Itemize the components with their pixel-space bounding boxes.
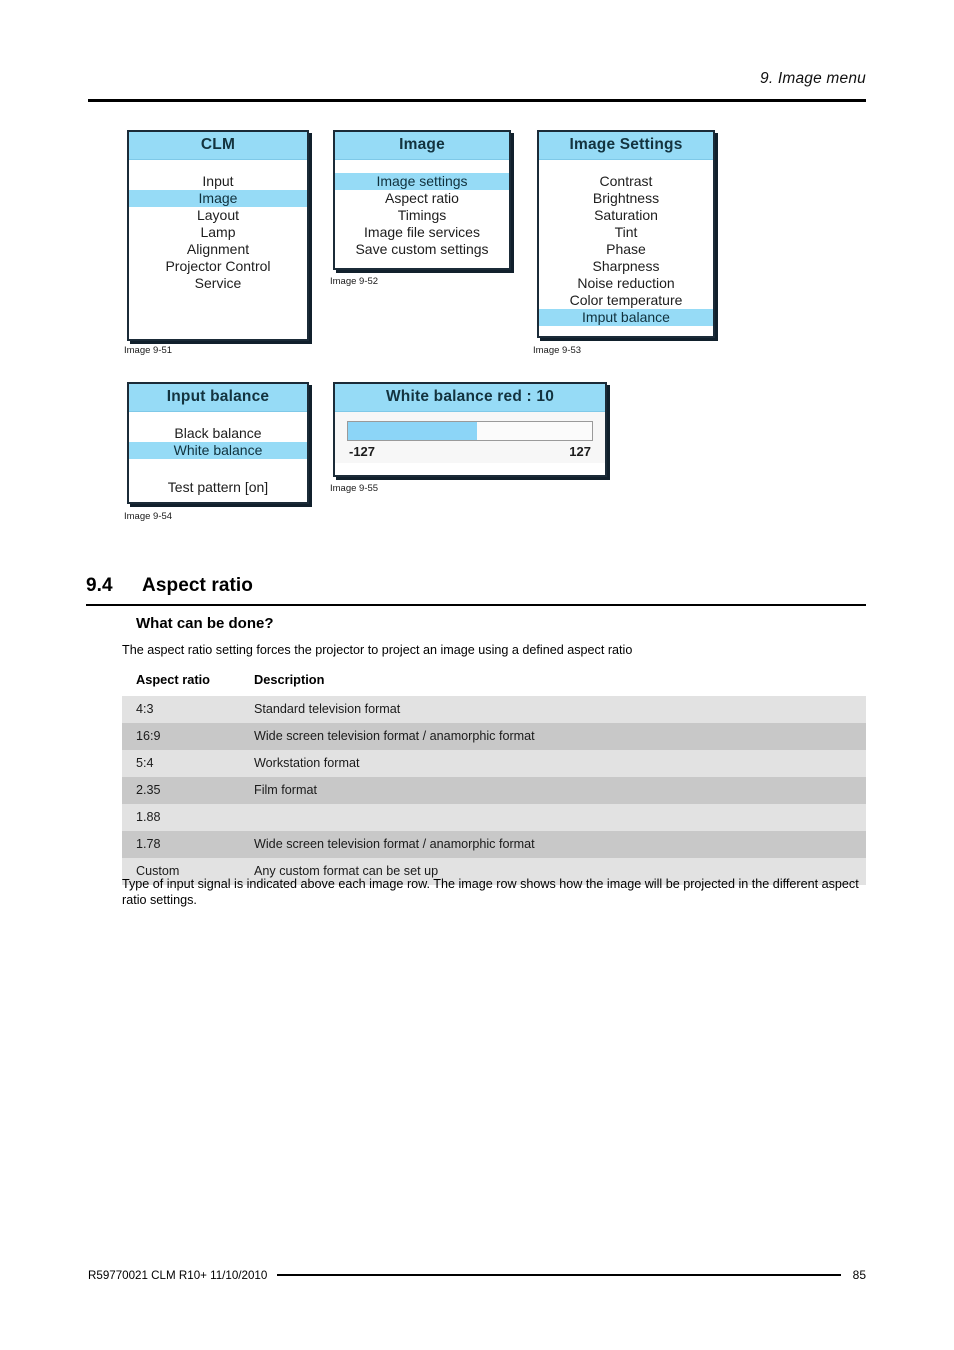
cell-description: Standard television format [240,696,866,723]
cell-aspect-ratio: 1.88 [122,804,240,831]
menu-item-white-balance[interactable]: White balance [129,442,307,459]
slider-area: -127 127 [335,412,605,463]
figure-caption-9-54: Image 9-54 [124,511,173,522]
cell-description: Wide screen television format / anamorph… [240,723,866,750]
menu-item-projector-control[interactable]: Projector Control [129,258,307,275]
slider-range-labels: -127 127 [347,441,593,459]
figure-caption-9-55: Image 9-55 [330,483,379,494]
column-header-description: Description [240,672,866,696]
table-header: Aspect ratio Description [122,672,866,696]
figure-clm-menu: CLM Input Image Layout Lamp Alignment Pr… [127,130,309,341]
page-footer: R59770021 CLM R10+ 11/10/2010 85 [88,1268,866,1282]
cell-description [240,804,866,831]
slider-min-label: -127 [349,444,376,459]
menu-item-black-balance[interactable]: Black balance [129,425,307,442]
menu-item-timings[interactable]: Timings [335,207,509,224]
osd-title-image: Image [335,132,509,160]
osd-body-image-settings: Contrast Brightness Saturation Tint Phas… [539,160,713,326]
section-title: Aspect ratio [142,575,254,596]
section-number: 9.4 [86,575,113,596]
osd-image-menu: Image Image settings Aspect ratio Timing… [333,130,511,270]
menu-item-brightness[interactable]: Brightness [539,190,713,207]
after-table-paragraph: Type of input signal is indicated above … [122,877,859,907]
table-row: 1.78 Wide screen television format / anam… [122,831,866,858]
table-row: 2.35 Film format [122,777,866,804]
cell-aspect-ratio: 16:9 [122,723,240,750]
white-balance-red-slider[interactable] [347,421,593,441]
section-heading: 9.4 Aspect ratio [86,575,866,597]
menu-item-image[interactable]: Image [129,190,307,207]
slider-max-label: 127 [569,444,591,459]
osd-title-input-balance: Input balance [129,384,307,412]
osd-clm-menu: CLM Input Image Layout Lamp Alignment Pr… [127,130,309,341]
menu-item-image-settings[interactable]: Image settings [335,173,509,190]
menu-item-saturation[interactable]: Saturation [539,207,713,224]
cell-aspect-ratio: 1.78 [122,831,240,858]
figure-caption-9-53: Image 9-53 [533,345,582,356]
menu-item-alignment[interactable]: Alignment [129,241,307,258]
menu-item-aspect-ratio[interactable]: Aspect ratio [335,190,509,207]
figure-image-settings-menu: Image Settings Contrast Brightness Satur… [537,130,715,338]
cell-aspect-ratio: 5:4 [122,750,240,777]
document-page: 9. Image menu CLM Input Image Layout Lam… [0,0,954,1350]
cell-aspect-ratio: 2.35 [122,777,240,804]
section-divider [86,604,866,606]
cell-description: Wide screen television format / anamorph… [240,831,866,858]
header-divider [88,99,866,102]
menu-item-noise-reduction[interactable]: Noise reduction [539,275,713,292]
osd-title-image-settings: Image Settings [539,132,713,160]
figure-image-menu: Image Image settings Aspect ratio Timing… [333,130,511,270]
menu-item-test-pattern[interactable]: Test pattern [on] [129,479,307,496]
table-header-row: Aspect ratio Description [122,672,866,696]
running-header: 9. Image menu [88,70,866,88]
table-row: 1.88 [122,804,866,831]
intro-paragraph: The aspect ratio setting forces the proj… [122,643,633,657]
osd-white-balance-red: White balance red : 10 -127 127 [333,382,607,477]
menu-item-lamp[interactable]: Lamp [129,224,307,241]
subsection-heading: What can be done? [136,615,274,632]
menu-item-phase[interactable]: Phase [539,241,713,258]
figure-caption-9-51: Image 9-51 [124,345,173,356]
menu-item-input-balance[interactable]: Imput balance [539,309,713,326]
footer-document-id: R59770021 CLM R10+ 11/10/2010 [88,1268,268,1282]
table-row: 16:9 Wide screen television format / anam… [122,723,866,750]
column-header-aspect-ratio: Aspect ratio [122,672,240,696]
osd-title-clm: CLM [129,132,307,160]
osd-image-settings-menu: Image Settings Contrast Brightness Satur… [537,130,715,338]
footer-divider [277,1274,841,1276]
menu-item-save-custom-settings[interactable]: Save custom settings [335,241,509,258]
slider-fill [348,422,478,440]
menu-item-color-temperature[interactable]: Color temperature [539,292,713,309]
menu-item-layout[interactable]: Layout [129,207,307,224]
cell-aspect-ratio: 4:3 [122,696,240,723]
menu-item-contrast[interactable]: Contrast [539,173,713,190]
aspect-ratio-table: Aspect ratio Description 4:3 Standard tel… [122,672,866,885]
table-row: 5:4 Workstation format [122,750,866,777]
figure-input-balance-menu: Input balance Black balance White balanc… [127,382,309,504]
osd-body-input-balance: Black balance White balance Test pattern… [129,412,307,496]
table-body: 4:3 Standard television format 16:9 Wide sc… [122,696,866,885]
cell-description: Workstation format [240,750,866,777]
osd-input-balance-menu: Input balance Black balance White balanc… [127,382,309,504]
figure-caption-9-52: Image 9-52 [330,276,379,287]
menu-item-service[interactable]: Service [129,275,307,292]
osd-body-clm: Input Image Layout Lamp Alignment Projec… [129,160,307,292]
table-row: 4:3 Standard television format [122,696,866,723]
menu-item-tint[interactable]: Tint [539,224,713,241]
osd-title-white-balance-red: White balance red : 10 [335,384,605,412]
figure-white-balance-red: White balance red : 10 -127 127 [333,382,607,477]
cell-description: Film format [240,777,866,804]
running-header-title: 9. Image menu [760,70,866,87]
menu-item-sharpness[interactable]: Sharpness [539,258,713,275]
menu-item-image-file-services[interactable]: Image file services [335,224,509,241]
menu-item-input[interactable]: Input [129,173,307,190]
footer-page-number: 85 [852,1268,866,1282]
osd-body-image: Image settings Aspect ratio Timings Imag… [335,160,509,258]
